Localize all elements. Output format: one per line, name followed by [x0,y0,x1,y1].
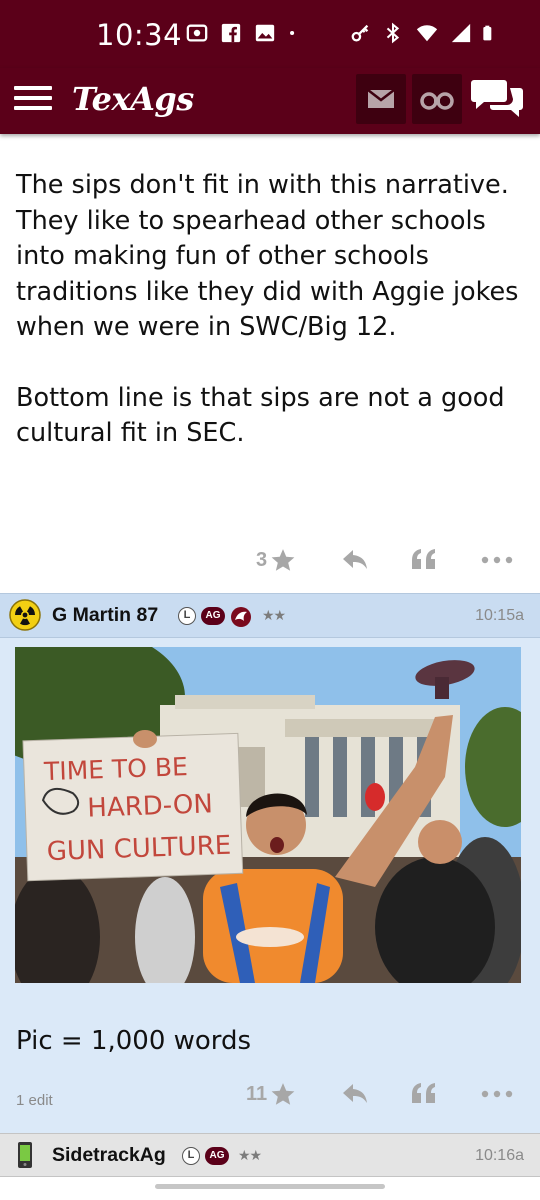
gesture-nav-handle[interactable] [155,1184,385,1189]
dot-icon [290,30,295,36]
more-options-button[interactable] [481,540,513,580]
key-icon [351,24,369,42]
more-dots-icon [481,1090,513,1098]
post-paragraph: The sips don't fit in with this narrativ… [16,170,519,342]
status-bar: 10:34 [0,0,540,68]
post-header: SidetrackAg L AG ★★ 10:16a [0,1133,540,1177]
reply-button[interactable] [341,540,369,580]
rank-stars: ★★ [238,1147,262,1163]
star-count: 3 [256,548,268,571]
post-paragraph: Bottom line is that sips are not a good … [16,382,505,449]
image-icon [255,24,275,42]
post-time: 10:15a [475,607,524,624]
mail-icon [367,89,395,108]
status-notification-icons [186,22,302,44]
screen-record-icon [186,24,208,42]
post-body: The sips don't fit in with this narrativ… [16,168,528,452]
reply-icon [343,1084,367,1103]
bluetooth-icon [386,22,400,44]
battery-icon [483,25,492,41]
username[interactable]: SidetrackAg [52,1144,166,1167]
star-button[interactable]: 11 [246,1074,296,1114]
binoculars-icon [420,92,454,110]
reply-icon [343,550,367,569]
post-actions: 11 [0,1074,540,1114]
hamburger-menu-icon[interactable] [14,80,54,120]
quote-icon [412,549,435,569]
reply-button[interactable] [341,1074,369,1114]
rank-stars: ★★ [262,607,286,623]
team-logo-icon [231,607,251,627]
signal-icon [451,23,471,43]
more-dots-icon [481,556,513,564]
post-caption: Pic = 1,000 words [16,1026,252,1056]
badge-letterman: L [182,1147,200,1165]
badge-ag: AG [205,1147,229,1165]
messages-button[interactable] [356,74,406,124]
post-header: G Martin 87 L AG ★★ 10:15a [0,594,540,638]
post-image[interactable]: TIME TO BE HARD-ON GUN CULTURE [15,647,521,983]
watched-threads-button[interactable] [412,74,462,124]
quote-button[interactable] [410,540,438,580]
more-options-button[interactable] [481,1074,513,1114]
badge-ag: AG [201,607,225,625]
chat-button[interactable] [470,74,526,124]
app-bar: TexAgs [0,68,540,134]
quote-icon [412,1083,435,1103]
wifi-icon [416,25,438,42]
post-actions: 3 [0,540,540,580]
quote-button[interactable] [410,1074,438,1114]
texags-logo[interactable]: TexAgs [72,80,194,118]
facebook-icon [221,23,241,43]
badge-letterman: L [178,607,196,625]
sign-line-1: TIME TO BE [43,752,189,786]
star-button[interactable]: 3 [256,540,296,580]
status-time: 10:34 [96,18,183,52]
sign-line-2: HARD-ON [87,789,213,823]
star-icon [271,1083,295,1105]
star-count: 11 [246,1082,268,1105]
status-system-icons [350,22,498,44]
username[interactable]: G Martin 87 [52,604,158,627]
radioactive-avatar-icon[interactable] [9,599,41,631]
chat-bubbles-icon [471,80,523,117]
post-container: G Martin 87 L AG ★★ 10:15a TIME TO BE HA… [0,593,540,1133]
phone-avatar-icon[interactable] [16,1141,34,1169]
post-time: 10:16a [475,1147,524,1164]
star-icon [271,549,295,571]
